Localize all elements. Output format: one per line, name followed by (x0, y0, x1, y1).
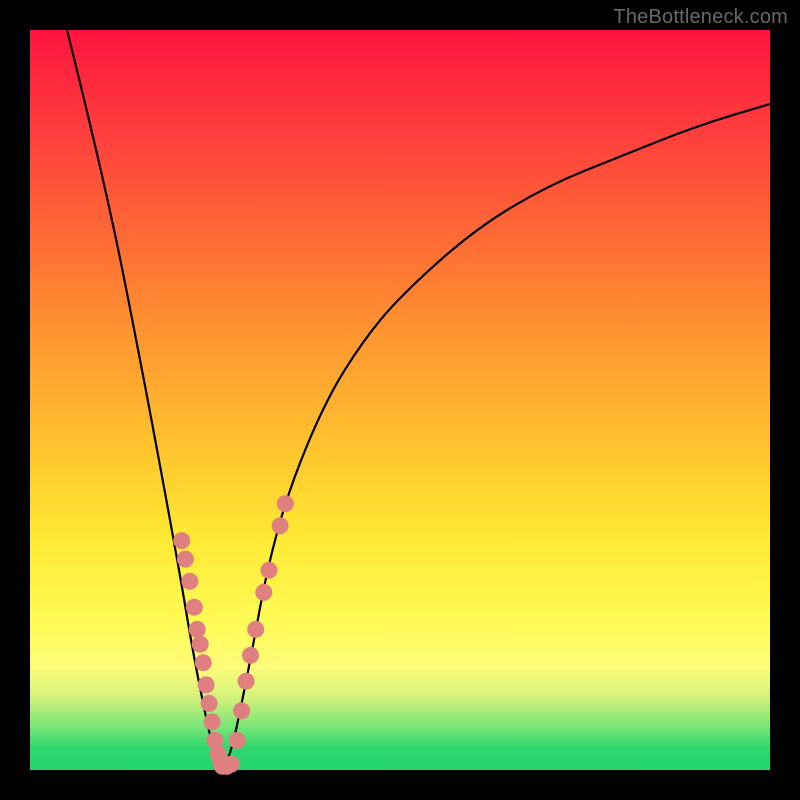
data-point (189, 621, 206, 638)
data-point (277, 495, 294, 512)
data-point (223, 756, 240, 773)
bottleneck-curve (67, 30, 770, 766)
data-point (186, 599, 203, 616)
data-point (238, 673, 255, 690)
data-point (192, 636, 209, 653)
data-point (204, 713, 221, 730)
data-point (181, 573, 198, 590)
data-point (247, 621, 264, 638)
data-point (261, 562, 278, 579)
data-point (198, 676, 215, 693)
watermark-text: TheBottleneck.com (613, 6, 788, 29)
data-point (233, 702, 250, 719)
data-point (229, 732, 246, 749)
data-point (255, 584, 272, 601)
data-point (201, 695, 218, 712)
data-point (173, 532, 190, 549)
data-point (272, 517, 289, 534)
data-point (177, 551, 194, 568)
chart-svg (30, 30, 770, 770)
data-point (242, 647, 259, 664)
data-point (195, 654, 212, 671)
